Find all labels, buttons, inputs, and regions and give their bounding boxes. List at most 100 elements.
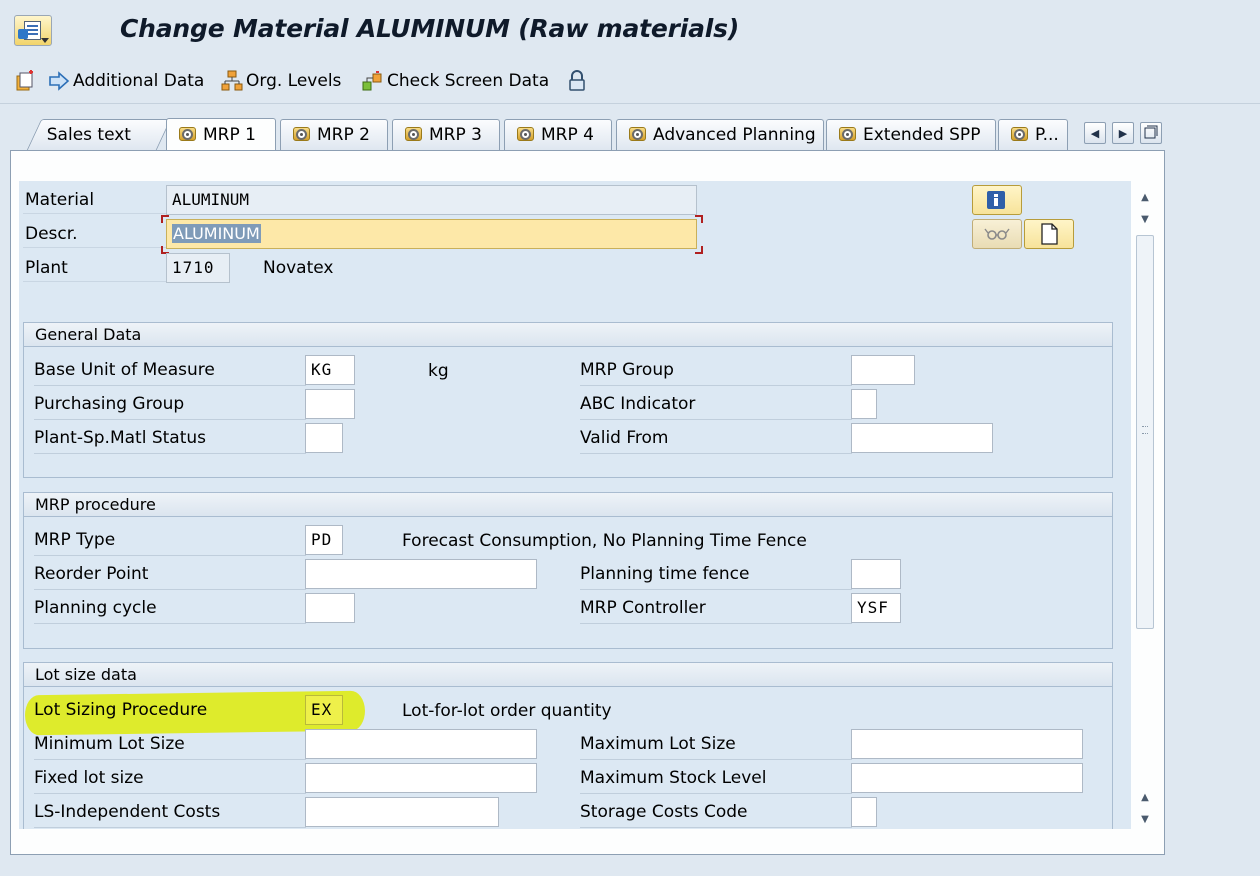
lot-sizing-procedure-text: Lot-for-lot order quantity xyxy=(402,701,612,721)
reorder-point-label: Reorder Point xyxy=(34,560,306,590)
tab-list-icon xyxy=(1144,125,1158,142)
triangle-left-icon: ◀ xyxy=(1090,126,1100,140)
tab-label: MRP 2 xyxy=(317,125,370,145)
tab-mrp-1[interactable]: MRP 1 xyxy=(166,118,276,151)
new-entries-icon xyxy=(14,70,36,92)
plant-field: 1710 xyxy=(166,253,230,283)
descr-selected-text: ALUMINUM xyxy=(172,224,261,243)
maximum-lot-size-input[interactable] xyxy=(851,729,1083,759)
check-screen-icon xyxy=(362,70,384,92)
new-entries-button[interactable] xyxy=(14,68,39,94)
group-title: General Data xyxy=(24,323,1112,347)
lock-button[interactable] xyxy=(566,68,591,94)
purchasing-group-input[interactable] xyxy=(305,389,355,419)
additional-data-label: Additional Data xyxy=(73,71,205,91)
sub-screen-icon xyxy=(403,125,425,145)
org-levels-button[interactable]: Org. Levels xyxy=(221,68,341,94)
org-structure-icon xyxy=(221,70,243,92)
tab-label: MRP 1 xyxy=(203,125,256,145)
plant-row xyxy=(23,249,169,282)
storage-costs-code-label: Storage Costs Code xyxy=(580,798,852,828)
grip-icon xyxy=(1142,426,1148,434)
tab-extended-spp[interactable]: Extended SPP xyxy=(826,119,996,150)
tab-content: Material ALUMINUM Descr. ALUMINUM Plant … xyxy=(10,150,1165,855)
tab-mrp-2[interactable]: MRP 2 xyxy=(280,119,388,150)
sub-screen-icon xyxy=(627,125,649,145)
plant-name: Novatex xyxy=(263,258,334,278)
fixed-lot-size-input[interactable] xyxy=(305,763,537,793)
scroll-up-icon[interactable]: ▲ xyxy=(1135,187,1155,207)
tab-label: MRP 4 xyxy=(541,125,594,145)
system-menu-icon[interactable] xyxy=(14,15,52,46)
tab-mrp-4[interactable]: MRP 4 xyxy=(504,119,612,150)
info-button[interactable] xyxy=(972,185,1022,215)
vertical-scrollbar[interactable]: ▲ ▼ ▲ ▼ xyxy=(1135,185,1155,833)
tab-label: Advanced Planning xyxy=(653,125,816,145)
fixed-lot-size-label: Fixed lot size xyxy=(34,764,306,794)
mrp-group-input[interactable] xyxy=(851,355,915,385)
document-icon xyxy=(1041,223,1058,245)
abc-indicator-input[interactable] xyxy=(851,389,877,419)
scroll-page-up-icon[interactable]: ▲ xyxy=(1135,787,1155,807)
tab-advanced-planning[interactable]: Advanced Planning xyxy=(616,119,824,150)
title-bar: Change Material ALUMINUM (Raw materials) xyxy=(0,0,1260,56)
tab-label: Sales text xyxy=(46,125,131,145)
page-title: Change Material ALUMINUM (Raw materials) xyxy=(120,14,740,43)
plant-status-input[interactable] xyxy=(305,423,343,453)
tab-strip: Sales text MRP 1 MRP 2 MRP 3 MRP 4 Advan… xyxy=(0,114,1260,151)
planning-time-fence-label: Planning time fence xyxy=(580,560,852,590)
mrp-controller-input[interactable]: YSF xyxy=(851,593,901,623)
scrollbar-thumb[interactable] xyxy=(1136,235,1154,629)
mrp-type-text: Forecast Consumption, No Planning Time F… xyxy=(402,531,807,551)
additional-data-button[interactable]: Additional Data xyxy=(48,68,204,94)
ls-independent-costs-label: LS-Independent Costs xyxy=(34,798,306,828)
material-row xyxy=(23,181,169,214)
valid-from-label: Valid From xyxy=(580,424,852,454)
mrp-type-label: MRP Type xyxy=(34,526,306,556)
reorder-point-input[interactable] xyxy=(305,559,537,589)
org-levels-label: Org. Levels xyxy=(246,71,342,91)
lot-sizing-procedure-label: Lot Sizing Procedure xyxy=(34,700,208,720)
planning-cycle-input[interactable] xyxy=(305,593,355,623)
tab-list-button[interactable] xyxy=(1140,122,1162,144)
descr-input[interactable]: ALUMINUM xyxy=(166,219,697,249)
glasses-icon xyxy=(984,228,1010,240)
arrow-right-icon xyxy=(48,70,70,92)
ls-independent-costs-input[interactable] xyxy=(305,797,499,827)
focus-bracket xyxy=(695,246,703,254)
mrp-type-input[interactable]: PD xyxy=(305,525,343,555)
tab-more[interactable]: P... xyxy=(998,119,1068,150)
sub-screen-icon xyxy=(1009,125,1031,145)
planning-time-fence-input[interactable] xyxy=(851,559,901,589)
lot-sizing-procedure-input[interactable]: EX xyxy=(305,695,343,725)
scroll-area: Material ALUMINUM Descr. ALUMINUM Plant … xyxy=(19,181,1131,829)
tab-mrp-3[interactable]: MRP 3 xyxy=(392,119,500,150)
tab-scroll-left-button[interactable]: ◀ xyxy=(1084,122,1106,144)
material-field: ALUMINUM xyxy=(166,185,697,215)
base-uom-input[interactable]: KG xyxy=(305,355,355,385)
tab-scroll-right-button[interactable]: ▶ xyxy=(1112,122,1134,144)
valid-from-input[interactable] xyxy=(851,423,993,453)
minimum-lot-size-label: Minimum Lot Size xyxy=(34,730,306,760)
storage-costs-code-input[interactable] xyxy=(851,797,877,827)
sub-screen-icon xyxy=(515,125,537,145)
display-change-button[interactable] xyxy=(972,219,1022,249)
abc-indicator-label: ABC Indicator xyxy=(580,390,852,420)
mrp-group-label: MRP Group xyxy=(580,356,852,386)
base-uom-text: kg xyxy=(428,361,449,381)
lock-icon xyxy=(566,70,588,92)
minimum-lot-size-input[interactable] xyxy=(305,729,537,759)
tab-label: P... xyxy=(1035,125,1059,145)
triangle-right-icon: ▶ xyxy=(1118,126,1128,140)
purchasing-group-label: Purchasing Group xyxy=(34,390,306,420)
base-uom-label: Base Unit of Measure xyxy=(34,356,306,386)
tab-label: MRP 3 xyxy=(429,125,482,145)
tab-sales-text[interactable]: Sales text xyxy=(26,119,172,150)
create-document-button[interactable] xyxy=(1024,219,1074,249)
scroll-down-icon[interactable]: ▼ xyxy=(1135,809,1155,829)
scroll-page-down-icon[interactable]: ▼ xyxy=(1135,209,1155,229)
descr-row xyxy=(23,215,169,248)
general-data-group: General Data Base Unit of Measure KG kg … xyxy=(23,322,1113,478)
maximum-stock-level-input[interactable] xyxy=(851,763,1083,793)
check-screen-data-button[interactable]: Check Screen Data xyxy=(362,68,549,94)
